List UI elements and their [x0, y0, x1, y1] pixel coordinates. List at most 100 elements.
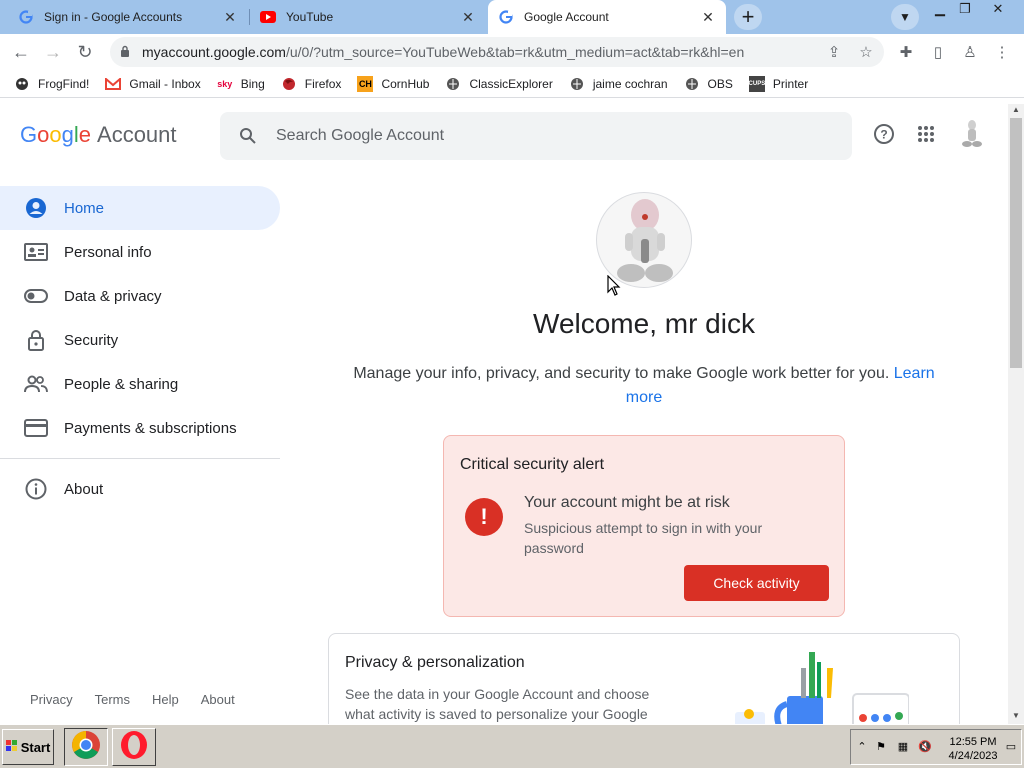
browser-toolbar: ← → ↻ myaccount.google.com/u/0/?utm_sour… — [0, 34, 1024, 70]
arrow-left-icon: ← — [12, 41, 30, 62]
close-icon[interactable]: ✕ — [222, 9, 238, 25]
alert-heading: Your account might be at risk — [524, 494, 730, 511]
bookmark-printer[interactable]: CUPS Printer — [749, 75, 808, 92]
help-button[interactable]: ? — [868, 120, 900, 152]
welcome-subtext: Manage your info, privacy, and security … — [340, 362, 948, 410]
bookmarks-bar: FrogFind! Gmail - Inbox sky Bing Firefox … — [0, 70, 1024, 98]
search-icon[interactable] — [220, 127, 276, 145]
bookmark-obs[interactable]: OBS — [684, 76, 733, 92]
address-bar[interactable]: myaccount.google.com/u/0/?utm_source=You… — [110, 37, 884, 67]
bookmark-frogfind[interactable]: FrogFind! — [14, 76, 89, 92]
welcome-heading: Welcome, mr dick — [533, 308, 755, 339]
footer-help-link[interactable]: Help — [152, 692, 179, 707]
nav-item-about[interactable]: About — [0, 467, 280, 511]
star-icon: ☆ — [859, 44, 873, 61]
tab-strip: Sign in - Google Accounts ✕ YouTube ✕ Go… — [0, 0, 1024, 34]
action-center-icon[interactable]: ⚑ — [873, 740, 889, 756]
id-card-icon — [22, 240, 50, 264]
url-text[interactable]: myaccount.google.com/u/0/?utm_source=You… — [142, 44, 884, 60]
scroll-thumb[interactable] — [1010, 118, 1022, 368]
search-input[interactable] — [276, 127, 852, 145]
firefox-icon — [281, 76, 297, 92]
side-panel-button[interactable]: ▯ — [925, 39, 951, 65]
back-button[interactable]: ← — [8, 39, 34, 65]
start-label: Start — [20, 739, 51, 755]
alert-body: Suspicious attempt to sign in with your … — [524, 520, 763, 556]
nav-item-data-privacy[interactable]: Data & privacy — [0, 274, 280, 318]
youtube-icon — [260, 9, 276, 25]
bookmark-bing[interactable]: sky Bing — [217, 76, 265, 92]
puzzle-icon: ✚ — [899, 44, 913, 61]
bookmark-cornhub[interactable]: CH CornHub — [357, 75, 429, 92]
bookmark-jaime-cochran[interactable]: jaime cochran — [569, 76, 668, 92]
logo-account: Account — [97, 122, 177, 147]
account-circle-icon — [22, 196, 50, 220]
tab-title: YouTube — [286, 10, 334, 24]
nav-item-label: People & sharing — [64, 375, 179, 393]
tray-expand-icon[interactable]: ⌃ — [854, 740, 870, 756]
plus-icon: + — [741, 4, 755, 29]
share-icon: ⇪ — [827, 44, 841, 61]
tab-youtube[interactable]: YouTube ✕ — [250, 0, 486, 34]
frog-icon — [14, 76, 30, 92]
volume-muted-icon[interactable]: 🔇 — [917, 740, 933, 756]
privacy-personalization-card[interactable]: Privacy & personalization See the data i… — [328, 633, 960, 724]
nav-item-personal-info[interactable]: Personal info — [0, 230, 280, 274]
close-window-button[interactable]: ✕ — [986, 0, 1010, 18]
profile-button[interactable]: ♙ — [957, 39, 983, 65]
google-account-logo[interactable]: Google Account — [20, 122, 177, 148]
apps-button[interactable] — [910, 120, 942, 152]
nav-item-payments[interactable]: Payments & subscriptions — [0, 406, 280, 450]
bookmark-classicexplorer[interactable]: ClassicExplorer — [445, 76, 553, 92]
logo-google: Google — [20, 122, 92, 147]
page-scrollbar[interactable]: ▲ ▼ — [1008, 104, 1024, 724]
bookmark-gmail[interactable]: Gmail - Inbox — [105, 76, 201, 92]
footer-about-link[interactable]: About — [201, 692, 235, 707]
bookmark-firefox[interactable]: Firefox — [281, 76, 341, 92]
nav-item-people-sharing[interactable]: People & sharing — [0, 362, 280, 406]
clock-date: 4/24/2023 — [948, 750, 998, 762]
nav-item-home[interactable]: Home — [0, 186, 280, 230]
check-activity-button[interactable]: Check activity — [684, 565, 829, 601]
close-icon[interactable]: ✕ — [460, 9, 476, 25]
network-icon[interactable]: ▦ — [895, 740, 911, 756]
menu-button[interactable]: ⋮ — [989, 39, 1015, 65]
extensions-button[interactable]: ✚ — [893, 39, 919, 65]
nav-item-label: Personal info — [64, 243, 152, 261]
footer-privacy-link[interactable]: Privacy — [30, 692, 73, 707]
taskbar: Start ⌃ ⚑ ▦ 🔇 12:55 PM 4/24/2023 ▭ — [0, 724, 1024, 768]
account-search[interactable] — [220, 112, 852, 160]
lock-icon — [118, 45, 132, 60]
show-desktop-icon[interactable]: ▭ — [1003, 740, 1019, 756]
reload-button[interactable]: ↻ — [72, 39, 98, 65]
close-icon: ✕ — [992, 1, 1004, 16]
url-path: /u/0/?utm_source=YouTubeWeb&tab=rk&utm_m… — [285, 44, 745, 60]
clock[interactable]: 12:55 PM 4/24/2023 — [945, 735, 1001, 763]
scroll-up-arrow-icon[interactable]: ▲ — [1008, 104, 1024, 116]
close-icon[interactable]: ✕ — [700, 9, 716, 25]
minimize-button[interactable]: ▁ — [928, 0, 952, 18]
page-content: Google Account ? Home — [0, 104, 1008, 724]
privacy-illustration — [735, 652, 909, 724]
share-button[interactable]: ⇪ — [821, 39, 847, 65]
reload-icon: ↻ — [77, 41, 93, 62]
bookmark-star-button[interactable]: ☆ — [853, 39, 879, 65]
nav-item-label: Home — [64, 199, 105, 217]
cups-icon: CUPS — [749, 75, 765, 92]
tab-search-button[interactable]: ▼ — [891, 4, 919, 30]
tab-sign-in[interactable]: Sign in - Google Accounts ✕ — [8, 0, 248, 34]
forward-button[interactable]: → — [40, 39, 66, 65]
scroll-down-arrow-icon[interactable]: ▼ — [1008, 710, 1024, 722]
footer-terms-link[interactable]: Terms — [95, 692, 130, 707]
alert-exclamation-icon: ! — [465, 498, 503, 536]
maximize-button[interactable]: ❐ — [953, 0, 977, 18]
profile-avatar[interactable] — [596, 192, 692, 288]
account-avatar-button[interactable] — [956, 119, 988, 152]
tab-title: Sign in - Google Accounts — [44, 10, 183, 24]
start-button[interactable]: Start — [2, 729, 54, 765]
tab-google-account[interactable]: Google Account ✕ — [488, 0, 726, 34]
taskbar-opera-button[interactable] — [112, 728, 156, 766]
taskbar-chrome-button[interactable] — [64, 728, 108, 766]
nav-item-security[interactable]: Security — [0, 318, 280, 362]
new-tab-button[interactable]: + — [734, 4, 762, 30]
